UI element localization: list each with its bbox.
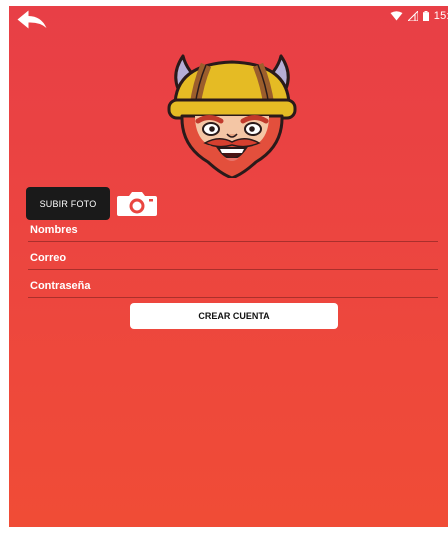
status-icons: 15:2 bbox=[390, 10, 448, 22]
upload-photo-row: SUBIR FOTO bbox=[26, 187, 158, 220]
email-field bbox=[28, 247, 440, 270]
status-bar: 15:2 bbox=[9, 6, 448, 28]
upload-photo-button[interactable]: SUBIR FOTO bbox=[26, 187, 110, 220]
viking-mascot bbox=[167, 54, 297, 178]
names-field bbox=[28, 219, 440, 242]
signal-icon bbox=[407, 11, 418, 21]
status-time: 15:2 bbox=[433, 10, 448, 22]
password-field bbox=[28, 275, 440, 298]
app-screen: 15:2 bbox=[9, 6, 448, 527]
email-input[interactable] bbox=[28, 247, 440, 269]
names-input[interactable] bbox=[28, 219, 440, 241]
camera-icon[interactable] bbox=[116, 191, 158, 217]
create-account-button[interactable]: CREAR CUENTA bbox=[130, 303, 338, 329]
password-input[interactable] bbox=[28, 275, 440, 297]
battery-icon bbox=[422, 11, 429, 21]
wifi-icon bbox=[390, 11, 403, 21]
back-button[interactable] bbox=[17, 10, 47, 34]
back-arrow-icon bbox=[17, 10, 47, 29]
